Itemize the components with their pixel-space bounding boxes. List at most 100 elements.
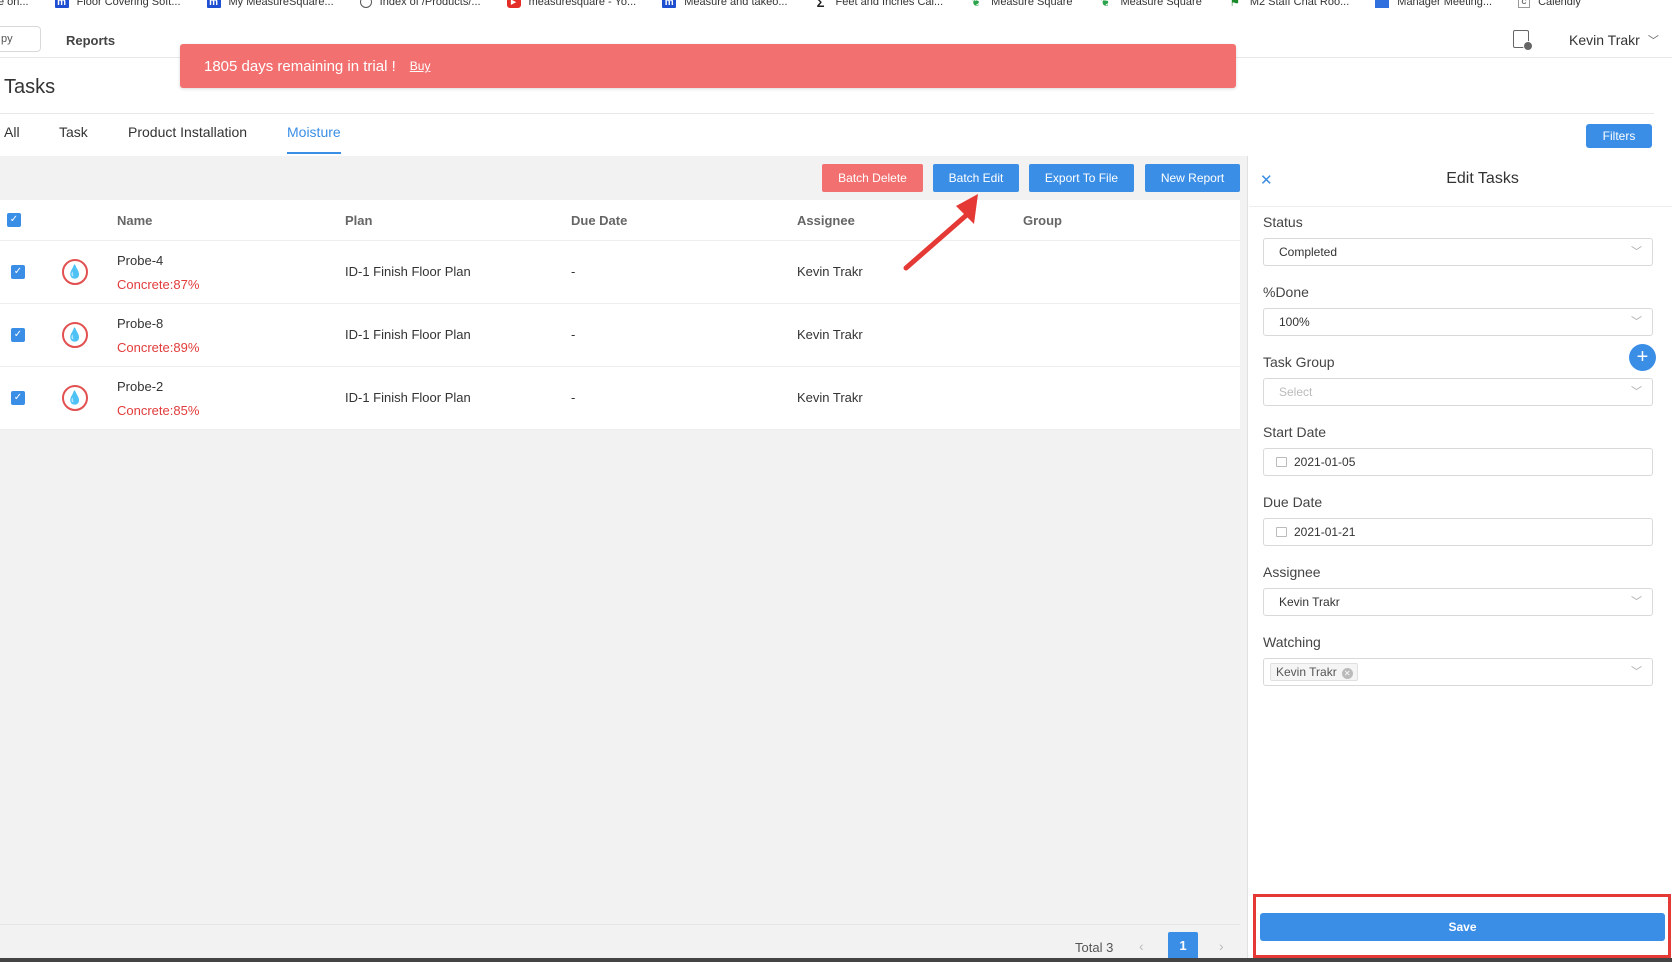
bookmark-item[interactable]: C Calendly <box>1518 0 1581 10</box>
document-clock-icon[interactable] <box>1513 30 1533 51</box>
bookmark-item[interactable]: Manager Meeting... <box>1375 0 1492 10</box>
select-all-checkbox[interactable]: ✓ <box>7 213 21 227</box>
bookmark-item[interactable]: e on... <box>0 0 29 10</box>
chevron-down-icon: ﹀ <box>1631 246 1642 258</box>
task-group-select[interactable]: Select ﹀ <box>1263 378 1653 406</box>
bookmark-item[interactable]: m My MeasureSquare... <box>206 0 334 10</box>
column-header-due-date[interactable]: Due Date <box>571 213 627 228</box>
column-header-group[interactable]: Group <box>1023 213 1062 228</box>
watching-select[interactable]: Kevin Trakr ✕ ﹀ <box>1263 658 1653 686</box>
moisture-drop-icon: 💧 <box>62 385 88 411</box>
moisture-drop-icon: 💧 <box>62 259 88 285</box>
batch-delete-button[interactable]: Batch Delete <box>822 164 923 192</box>
nav-left-button[interactable]: py <box>0 26 41 52</box>
divider <box>0 113 1654 114</box>
nav-reports-link[interactable]: Reports <box>66 33 115 48</box>
task-name[interactable]: Probe-4 <box>117 253 163 268</box>
moisture-reading: Concrete:87% <box>117 277 200 292</box>
bookmark-label: e on... <box>0 0 29 8</box>
watcher-name: Kevin Trakr <box>1276 665 1337 679</box>
percent-done-label: %Done <box>1263 284 1309 300</box>
measuresquare-m-icon: m <box>206 0 221 8</box>
bookmark-label: measuresquare - Yo... <box>528 0 637 8</box>
pagination-total: Total 3 <box>1075 940 1114 955</box>
row-checkbox[interactable]: ✓ <box>11 328 25 342</box>
chevron-right-icon[interactable]: › <box>1219 938 1224 954</box>
task-assignee: Kevin Trakr <box>797 264 863 279</box>
doc-icon <box>1375 0 1390 8</box>
column-header-name[interactable]: Name <box>117 213 152 228</box>
row-checkbox[interactable]: ✓ <box>11 265 25 279</box>
chevron-down-icon: ﹀ <box>1631 596 1642 608</box>
new-report-button[interactable]: New Report <box>1145 164 1240 192</box>
task-name[interactable]: Probe-2 <box>117 379 163 394</box>
panel-title: Edit Tasks <box>1446 170 1519 187</box>
leaf-icon: ❦ <box>971 0 982 9</box>
percent-done-value: 100% <box>1279 315 1310 329</box>
moisture-reading: Concrete:89% <box>117 340 200 355</box>
filters-button[interactable]: Filters <box>1586 124 1652 148</box>
chevron-left-icon[interactable]: ‹ <box>1139 938 1144 954</box>
export-to-file-button[interactable]: Export To File <box>1029 164 1134 192</box>
due-date-picker[interactable]: 2021-01-21 <box>1263 518 1653 546</box>
chevron-down-icon: ﹀ <box>1631 316 1642 328</box>
task-name[interactable]: Probe-8 <box>117 316 163 331</box>
bookmark-item[interactable]: Σ Feet and Inches Cal... <box>814 0 944 10</box>
task-plan: ID-1 Finish Floor Plan <box>345 327 471 342</box>
bookmark-item[interactable]: Index of /Products/... <box>359 0 481 10</box>
watching-label: Watching <box>1263 634 1321 650</box>
tab-moisture[interactable]: Moisture <box>287 124 341 154</box>
bookmark-label: Measure and takeo... <box>684 0 788 8</box>
bookmark-item[interactable]: ▶ measuresquare - Yo... <box>506 0 637 10</box>
save-button[interactable]: Save <box>1260 913 1665 941</box>
batch-edit-button[interactable]: Batch Edit <box>933 164 1019 192</box>
remove-tag-icon[interactable]: ✕ <box>1341 668 1353 679</box>
task-assignee: Kevin Trakr <box>797 327 863 342</box>
bookmark-item[interactable]: ❦ Measure Square <box>1098 0 1201 10</box>
table-row[interactable]: ✓ 💧 Probe-4 Concrete:87% ID-1 Finish Flo… <box>0 241 1240 304</box>
bookmark-item[interactable]: ⚑ M2 Staff Chat Roo... <box>1228 0 1349 10</box>
user-menu[interactable]: Kevin Trakr ﹀ <box>1569 32 1659 48</box>
pagination-page[interactable]: 1 <box>1168 932 1198 960</box>
bookmark-label: Index of /Products/... <box>379 0 481 8</box>
edit-tasks-panel: ✕ Edit Tasks Status Completed ﹀ %Done 10… <box>1249 156 1672 962</box>
start-date-value: 2021-01-05 <box>1294 455 1356 469</box>
calendar-icon: C <box>1518 0 1531 8</box>
tab-task[interactable]: Task <box>59 124 88 154</box>
start-date-picker[interactable]: 2021-01-05 <box>1263 448 1653 476</box>
table-row[interactable]: ✓ 💧 Probe-2 Concrete:85% ID-1 Finish Flo… <box>0 367 1240 430</box>
globe-icon <box>359 0 372 8</box>
task-group-placeholder: Select <box>1279 385 1313 399</box>
bookmark-label: M2 Staff Chat Roo... <box>1249 0 1350 8</box>
bookmark-item[interactable]: m Measure and takeo... <box>662 0 788 10</box>
buy-link[interactable]: Buy <box>410 59 431 73</box>
row-checkbox[interactable]: ✓ <box>11 391 25 405</box>
table-header: ✓ Name Plan Due Date Assignee Group <box>0 200 1240 241</box>
page-title: Tasks <box>4 76 56 98</box>
bookmark-item[interactable]: ❦ Measure Square <box>969 0 1072 10</box>
chevron-down-icon: ﹀ <box>1647 35 1659 47</box>
table-row[interactable]: ✓ 💧 Probe-8 Concrete:89% ID-1 Finish Flo… <box>0 304 1240 367</box>
start-date-label: Start Date <box>1263 424 1327 440</box>
bookmark-label: Manager Meeting... <box>1397 0 1493 8</box>
column-header-assignee[interactable]: Assignee <box>797 213 855 228</box>
tab-all[interactable]: All <box>4 124 20 154</box>
bookmark-item[interactable]: m Floor Covering Soft... <box>54 0 181 10</box>
measuresquare-m-icon: m <box>662 0 677 8</box>
bookmark-label: Floor Covering Soft... <box>76 0 181 8</box>
task-group-label: Task Group <box>1263 354 1335 370</box>
task-due-date: - <box>571 390 576 405</box>
bottom-edge <box>0 958 1672 962</box>
add-task-group-button[interactable]: + <box>1629 344 1656 371</box>
tab-product-installation[interactable]: Product Installation <box>128 124 247 154</box>
percent-done-select[interactable]: 100% ﹀ <box>1263 308 1653 336</box>
column-header-plan[interactable]: Plan <box>345 213 372 228</box>
bookmark-label: Feet and Inches Cal... <box>835 0 944 8</box>
chevron-down-icon: ﹀ <box>1631 386 1642 398</box>
assignee-select[interactable]: Kevin Trakr ﹀ <box>1263 588 1653 616</box>
calendar-icon <box>1276 457 1287 467</box>
task-due-date: - <box>571 264 576 279</box>
status-select[interactable]: Completed ﹀ <box>1263 238 1653 266</box>
task-assignee: Kevin Trakr <box>797 390 863 405</box>
due-date-label: Due Date <box>1263 494 1323 510</box>
